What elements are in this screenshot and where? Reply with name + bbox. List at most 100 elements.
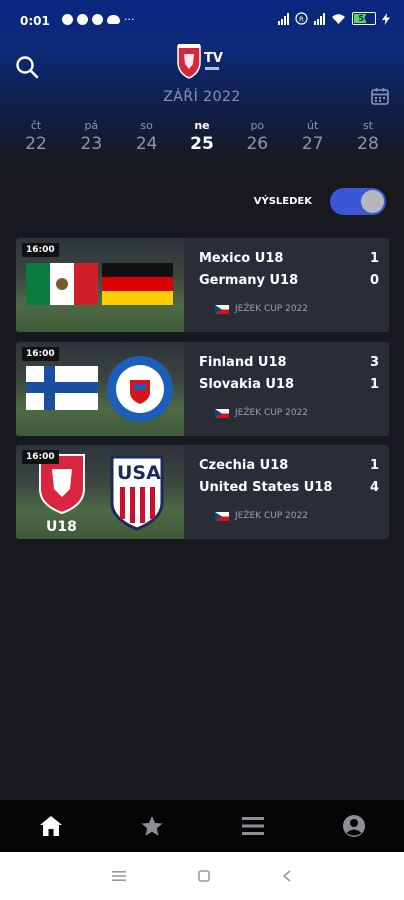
match-teams: Mexico U18 1 Germany U18 0 [199, 248, 379, 292]
czech-flag-icon [215, 408, 229, 418]
match-teams: Finland U18 3 Slovakia U18 1 [199, 352, 379, 396]
competition-name: JEŽEK CUP 2022 [235, 511, 309, 521]
month-title: ZÁŘÍ 2022 [163, 89, 241, 105]
svg-text:R: R [299, 16, 304, 24]
account-icon [342, 815, 365, 837]
nav-menu[interactable] [233, 806, 273, 846]
results-toggle-label: VÝSLEDEK [253, 196, 312, 207]
day-date: 23 [80, 134, 103, 154]
competition: JEŽEK CUP 2022 [215, 511, 308, 521]
system-nav-bar [0, 852, 404, 900]
day-item[interactable]: st 28 [346, 119, 390, 154]
match-thumbnail: U18 USA 16:00 [16, 445, 184, 539]
home-button-icon[interactable] [198, 870, 210, 882]
notification-icon [62, 14, 73, 25]
day-item[interactable]: čt 22 [14, 119, 58, 154]
day-item[interactable]: pá 23 [69, 119, 113, 154]
day-item[interactable]: po 26 [235, 119, 279, 154]
day-date: 24 [135, 134, 158, 154]
day-name: čt [30, 119, 42, 132]
app-logo: TV [174, 42, 230, 82]
recent-apps-icon[interactable] [112, 870, 126, 882]
nav-favorites[interactable] [132, 806, 172, 846]
day-date: 25 [190, 134, 214, 154]
czech-flag-icon [215, 511, 229, 521]
away-team-name: Slovakia U18 [199, 377, 295, 392]
match-thumbnail: 16:00 [16, 342, 184, 436]
toggle-knob [361, 190, 384, 213]
registered-icon: R [295, 12, 308, 25]
home-team-name: Mexico U18 [199, 251, 284, 266]
day-name: út [306, 119, 319, 132]
competition: JEŽEK CUP 2022 [215, 408, 308, 418]
cloud-icon [107, 15, 120, 24]
day-date: 22 [25, 134, 47, 154]
away-team-row: Slovakia U18 1 [199, 374, 379, 396]
match-thumbnail: 16:00 [16, 238, 184, 332]
day-item-selected[interactable]: ne 25 [180, 119, 224, 154]
status-time: 0:01 [20, 14, 50, 28]
away-team-score: 0 [369, 273, 379, 288]
away-team-score: 1 [369, 377, 379, 392]
match-card[interactable]: U18 USA 16:00 Czechia U18 1 United States… [16, 445, 389, 539]
competition: JEŽEK CUP 2022 [215, 304, 308, 314]
away-team-score: 4 [369, 480, 379, 495]
calendar-icon[interactable] [370, 86, 390, 106]
home-team-row: Czechia U18 1 [199, 455, 379, 477]
notification-icon [77, 14, 88, 25]
wifi-icon [332, 13, 345, 24]
system-icons: R 56 [278, 12, 390, 25]
home-icon [39, 816, 62, 836]
usa-crest-text: USA [117, 462, 161, 484]
menu-icon [241, 817, 264, 835]
away-team-row: Germany U18 0 [199, 270, 379, 292]
day-selector: čt 22 pá 23 so 24 ne 25 po 26 út 27 st 28 [14, 119, 390, 154]
germany-flag [102, 263, 173, 277]
day-item[interactable]: út 27 [291, 119, 335, 154]
day-item[interactable]: so 24 [125, 119, 169, 154]
facr-tv-logo: TV [177, 44, 223, 79]
day-name: pá [84, 119, 99, 132]
u18-label: U18 [46, 519, 77, 535]
day-name: po [250, 119, 265, 132]
charging-icon [382, 12, 390, 25]
home-team-score: 1 [369, 458, 379, 473]
match-card[interactable]: 16:00 Mexico U18 1 Germany U18 0 JEŽEK CUP… [16, 238, 389, 332]
logo-text: TV [204, 51, 223, 66]
czech-flag-icon [215, 304, 229, 314]
home-team-name: Finland U18 [199, 355, 287, 370]
results-toggle[interactable] [330, 188, 386, 215]
signal-icon [278, 12, 289, 25]
competition-name: JEŽEK CUP 2022 [235, 408, 309, 418]
status-bar: 0:01 ··· R 56 [0, 0, 404, 44]
away-team-name: Germany U18 [199, 273, 299, 288]
home-team-name: Czechia U18 [199, 458, 289, 473]
back-icon[interactable] [282, 870, 292, 882]
nav-home[interactable] [31, 806, 71, 846]
away-team-row: United States U18 4 [199, 477, 379, 499]
match-card[interactable]: 16:00 Finland U18 3 Slovakia U18 1 JEŽEK C… [16, 342, 389, 436]
day-date: 27 [301, 134, 324, 154]
battery-icon: 56 [352, 12, 376, 25]
away-team-name: United States U18 [199, 480, 333, 495]
day-date: 28 [357, 134, 379, 154]
competition-name: JEŽEK CUP 2022 [235, 304, 309, 314]
home-team-row: Finland U18 3 [199, 352, 379, 374]
day-date: 26 [246, 134, 269, 154]
match-time: 16:00 [22, 347, 59, 361]
match-time: 16:00 [22, 243, 59, 257]
home-team-score: 1 [369, 251, 379, 266]
day-name: so [140, 119, 153, 132]
search-icon[interactable] [14, 54, 40, 80]
match-teams: Czechia U18 1 United States U18 4 [199, 455, 379, 499]
signal-icon [314, 12, 325, 25]
match-time: 16:00 [22, 450, 59, 464]
home-team-score: 3 [369, 355, 379, 370]
notification-icons: ··· [62, 13, 135, 26]
home-team-row: Mexico U18 1 [199, 248, 379, 270]
more-icon: ··· [124, 13, 135, 26]
star-icon [141, 816, 162, 836]
nav-account[interactable] [334, 806, 374, 846]
battery-level: 56 [358, 14, 370, 23]
notification-icon [92, 14, 103, 25]
